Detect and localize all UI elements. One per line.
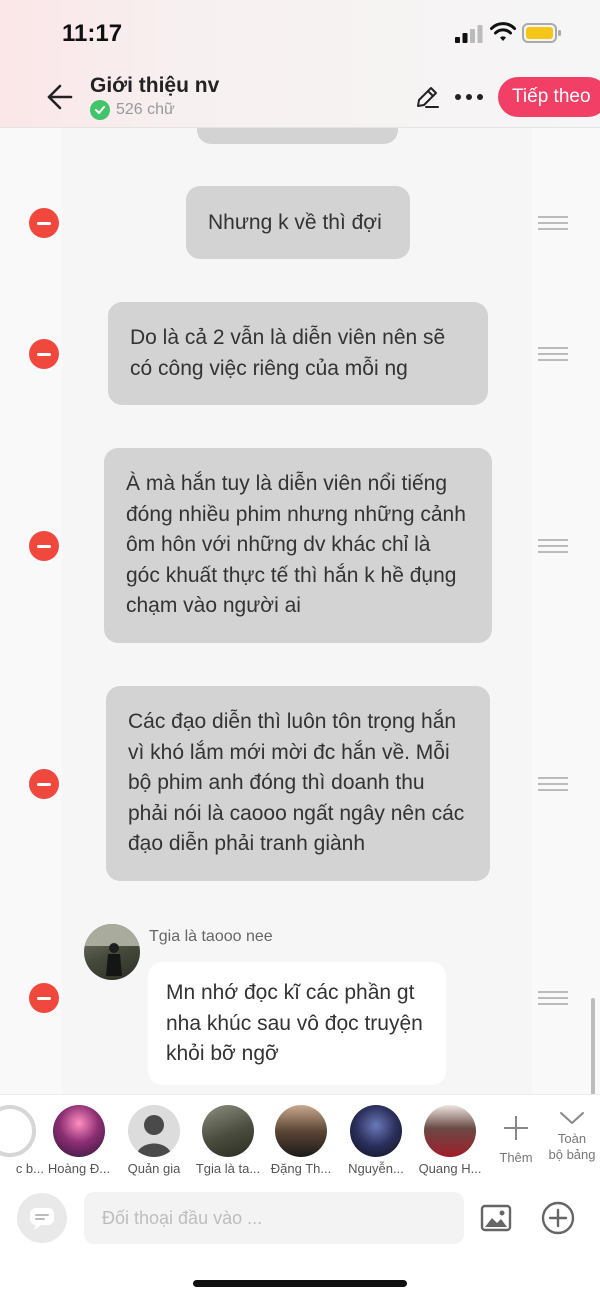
left-gutter (0, 128, 62, 1094)
message-text: Mn nhớ đọc kĩ các phần gt nha khúc sau v… (166, 981, 423, 1065)
message-bubble[interactable]: Mn nhớ đọc kĩ các phần gt nha khúc sau v… (148, 962, 446, 1085)
message-bubble-partial[interactable] (197, 128, 398, 144)
word-count-row: 526 chữ (90, 100, 175, 120)
drag-handle-icon[interactable] (538, 991, 568, 1005)
right-gutter (532, 128, 600, 1094)
add-character-button[interactable]: Thêm (498, 1113, 534, 1165)
add-circle-icon[interactable] (541, 1201, 575, 1235)
character-item[interactable]: Nguyễn... (338, 1105, 414, 1176)
message-bubble[interactable]: Nhưng k về thì đợi (186, 186, 410, 259)
drag-handle-icon[interactable] (538, 777, 568, 791)
character-bar: c b... Hoàng Đ... Quản gia Tgia là ta...… (0, 1094, 600, 1180)
back-arrow-icon[interactable] (44, 82, 74, 112)
status-time: 11:17 (62, 20, 123, 47)
chevron-down-icon (560, 1112, 584, 1124)
cellular-signal-icon (455, 25, 483, 43)
edit-pencil-icon[interactable] (414, 84, 440, 110)
avatar (128, 1105, 180, 1157)
character-item[interactable]: Đặng Th... (263, 1105, 339, 1176)
delete-message-icon[interactable] (29, 339, 59, 369)
more-options-icon[interactable] (455, 94, 485, 102)
character-item[interactable]: Quang H... (412, 1105, 488, 1176)
input-bar (0, 1180, 600, 1299)
delete-message-icon[interactable] (29, 769, 59, 799)
chat-bubble-icon (30, 1208, 54, 1230)
plus-icon (504, 1116, 528, 1140)
character-item[interactable]: Tgia là ta... (190, 1105, 266, 1176)
dialogue-type-button[interactable] (17, 1193, 67, 1243)
full-table-label-1: Toàn (557, 1131, 587, 1146)
avatar (202, 1105, 254, 1157)
header-bar: 11:17 Giới thiệu nv 526 chữ Tiếp theo (0, 0, 600, 128)
avatar (0, 1105, 36, 1157)
message-text: Do là cả 2 vẫn là diễn viên nên sẽ có cô… (130, 326, 446, 380)
drag-handle-icon[interactable] (538, 539, 568, 553)
message-list[interactable]: Nhưng k về thì đợi Do là cả 2 vẫn là diễ… (0, 128, 600, 1094)
delete-message-icon[interactable] (29, 531, 59, 561)
character-name: Hoàng Đ... (47, 1161, 111, 1176)
status-bar: 11:17 (0, 0, 600, 66)
character-name: Quản gia (127, 1161, 181, 1176)
silhouette-icon (136, 1115, 172, 1157)
avatar (350, 1105, 402, 1157)
home-indicator[interactable] (193, 1280, 407, 1287)
avatar (53, 1105, 105, 1157)
check-icon (90, 100, 110, 120)
avatar[interactable] (84, 924, 140, 980)
battery-icon (522, 23, 561, 43)
avatar-figure-icon (84, 924, 140, 976)
message-text: Các đạo diễn thì luôn tôn trọng hắn vì k… (128, 710, 465, 855)
avatar (275, 1105, 327, 1157)
word-count: 526 chữ (116, 101, 175, 118)
message-bubble[interactable]: À mà hắn tuy là diễn viên nổi tiếng đóng… (104, 448, 492, 643)
drag-handle-icon[interactable] (538, 347, 568, 361)
character-name: Tgia là ta... (195, 1161, 261, 1176)
wifi-icon (490, 22, 516, 41)
image-icon[interactable] (480, 1204, 512, 1232)
add-label: Thêm (499, 1150, 533, 1165)
character-name: Quang H... (418, 1161, 482, 1176)
drag-handle-icon[interactable] (538, 216, 568, 230)
message-bubble[interactable]: Các đạo diễn thì luôn tôn trọng hắn vì k… (106, 686, 490, 881)
full-table-label-2: bộ bảng (548, 1147, 596, 1162)
message-bubble[interactable]: Do là cả 2 vẫn là diễn viên nên sẽ có cô… (108, 302, 488, 405)
full-table-button[interactable]: Toàn bộ bảng (540, 1109, 600, 1163)
next-button[interactable]: Tiếp theo (498, 77, 600, 117)
delete-message-icon[interactable] (29, 208, 59, 238)
character-item[interactable]: Hoàng Đ... (41, 1105, 117, 1176)
page-title: Giới thiệu nv (90, 74, 220, 97)
character-name: Nguyễn... (348, 1161, 404, 1176)
character-item[interactable]: Quản gia (116, 1105, 192, 1176)
sender-name: Tgia là taooo nee (149, 928, 273, 945)
message-text: Nhưng k về thì đợi (208, 211, 382, 234)
dialogue-input[interactable] (84, 1192, 464, 1244)
scrollbar[interactable] (591, 998, 595, 1094)
character-name: Đặng Th... (270, 1161, 332, 1176)
message-text: À mà hắn tuy là diễn viên nổi tiếng đóng… (126, 472, 466, 617)
delete-message-icon[interactable] (29, 983, 59, 1013)
avatar (424, 1105, 476, 1157)
